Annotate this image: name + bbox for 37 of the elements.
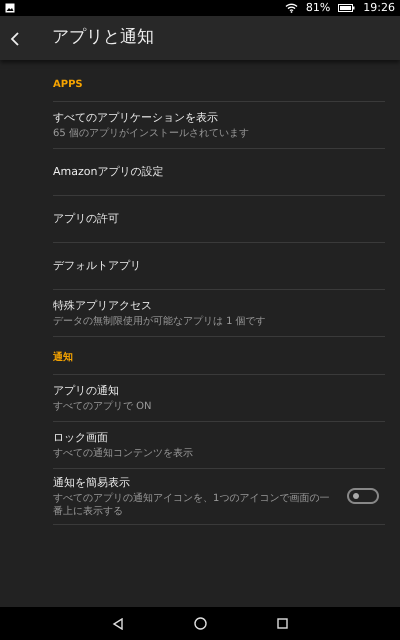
- settings-item[interactable]: デフォルトアプリ: [53, 243, 385, 290]
- item-title: Amazonアプリの設定: [53, 164, 164, 180]
- home-button[interactable]: [194, 617, 207, 630]
- settings-item[interactable]: 通知を簡易表示 すべてのアプリの通知アイコンを、1つのアイコンで画面の一番上に表示する: [53, 469, 385, 524]
- settings-item[interactable]: 特殊アプリアクセス データの無制限使用が可能なアプリは 1 個です: [53, 290, 385, 337]
- item-title: 特殊アプリアクセス: [53, 298, 153, 314]
- battery-percent: 81%: [306, 0, 330, 16]
- item-title: 通知を簡易表示: [53, 475, 131, 491]
- settings-item[interactable]: Amazonアプリの設定: [53, 149, 385, 196]
- page-title: アプリと通知: [52, 26, 154, 50]
- settings-item[interactable]: すべてのアプリケーションを表示 65 個のアプリがインストールされています: [53, 102, 385, 149]
- toggle-switch[interactable]: [347, 488, 379, 504]
- recents-button[interactable]: [277, 618, 288, 629]
- item-subtitle: すべてのアプリで ON: [53, 400, 153, 413]
- back-icon: [10, 30, 20, 47]
- item-subtitle: 65 個のアプリがインストールされています: [53, 126, 250, 140]
- section-header: APPS: [53, 60, 385, 102]
- item-title: アプリの許可: [53, 210, 120, 227]
- item-title: デフォルトアプリ: [53, 258, 142, 274]
- wifi-icon: [284, 3, 298, 13]
- item-subtitle: データの無制限使用が可能なアプリは 1 個です: [53, 314, 267, 328]
- item-subtitle: すべてのアプリの通知アイコンを、1つのアイコンで画面の一番上に表示する: [53, 492, 330, 518]
- section-header: 通知: [53, 337, 385, 375]
- settings-item[interactable]: アプリの許可: [53, 196, 385, 243]
- item-title: すべてのアプリケーションを表示: [53, 110, 219, 126]
- settings-item[interactable]: アプリの通知 すべてのアプリで ON: [53, 375, 385, 422]
- image-icon: [5, 3, 15, 13]
- item-subtitle: すべての通知コンテンツを表示: [53, 446, 194, 460]
- recents-icon: [277, 618, 288, 629]
- back-nav-button[interactable]: [112, 618, 124, 630]
- back-icon: [112, 618, 124, 630]
- item-title: アプリの通知: [53, 383, 120, 400]
- settings-item[interactable]: ロック画面 すべての通知コンテンツを表示: [53, 422, 385, 469]
- item-title: ロック画面: [53, 430, 109, 446]
- battery-icon: [338, 4, 356, 12]
- home-icon: [194, 617, 207, 630]
- clock-time: 19:26: [363, 0, 395, 16]
